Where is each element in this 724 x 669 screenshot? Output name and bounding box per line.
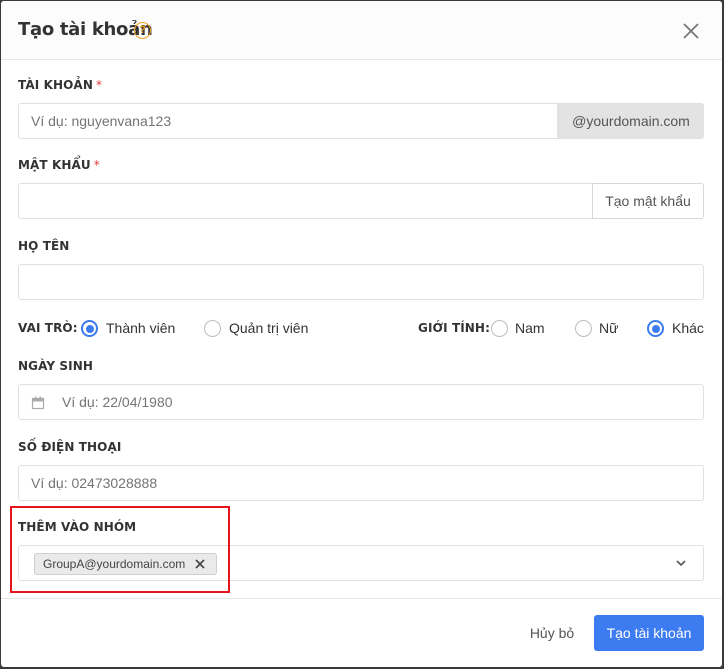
create-account-dialog: Tạo tài khoản ? TÀI KHOẢN* @yourdomain.c… xyxy=(1,1,722,667)
create-account-button[interactable]: Tạo tài khoản xyxy=(594,615,704,651)
role-admin-label: Quản trị viên xyxy=(229,320,309,336)
phone-input[interactable] xyxy=(18,465,704,501)
gender-male-label: Nam xyxy=(515,320,545,336)
dialog-title: Tạo tài khoản xyxy=(18,19,153,40)
domain-suffix: @yourdomain.com xyxy=(558,103,704,139)
dialog-header: Tạo tài khoản ? xyxy=(1,1,722,60)
birthday-label: NGÀY SINH xyxy=(18,359,93,373)
gender-female-label: Nữ xyxy=(599,320,619,336)
password-label: MẬT KHẨU * xyxy=(18,158,100,172)
fullname-label: HỌ TÊN xyxy=(18,239,70,253)
gender-label: GIỚI TÍNH: xyxy=(418,321,490,335)
role-member-label: Thành viên xyxy=(106,320,176,336)
calendar-icon xyxy=(31,396,45,410)
gender-other-label: Khác xyxy=(672,320,704,336)
footer-divider xyxy=(1,598,722,599)
close-icon[interactable] xyxy=(681,21,701,41)
generate-password-button[interactable]: Tạo mật khẩu xyxy=(592,183,704,219)
gender-other-radio[interactable] xyxy=(647,320,664,337)
password-input[interactable] xyxy=(18,183,593,219)
gender-female-radio[interactable] xyxy=(575,320,592,337)
role-label: VAI TRÒ: xyxy=(18,321,78,335)
account-label: TÀI KHOẢN * xyxy=(18,78,103,92)
cancel-button[interactable]: Hủy bỏ xyxy=(518,615,586,651)
account-input[interactable] xyxy=(18,103,558,139)
role-admin-radio[interactable] xyxy=(204,320,221,337)
chevron-down-icon[interactable] xyxy=(675,559,687,567)
highlight-box xyxy=(10,506,230,593)
birthday-input[interactable] xyxy=(18,384,704,420)
fullname-input[interactable] xyxy=(18,264,704,300)
role-member-radio[interactable] xyxy=(81,320,98,337)
gender-male-radio[interactable] xyxy=(491,320,508,337)
help-circle-icon[interactable]: ? xyxy=(134,22,151,39)
phone-label: SỐ ĐIỆN THOẠI xyxy=(18,440,122,454)
